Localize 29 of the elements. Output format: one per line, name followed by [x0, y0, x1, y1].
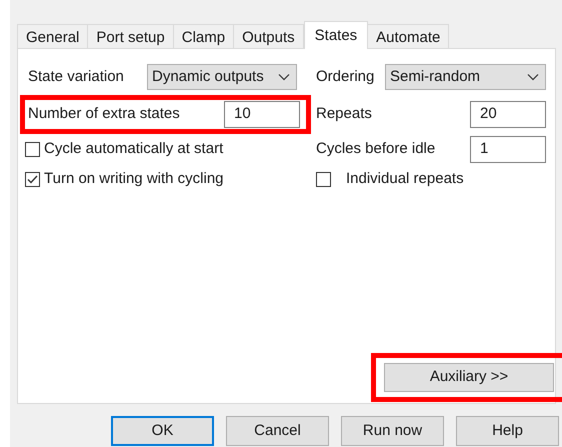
dialog-button[interactable]: Cancel	[226, 416, 329, 446]
chevron-down-icon	[278, 73, 290, 81]
dialog-button[interactable]: Help	[456, 416, 559, 446]
field-label: State variation	[27, 66, 125, 87]
field-label: Ordering	[316, 66, 376, 87]
field-label: Cycles before idle	[316, 138, 436, 159]
checkbox-label: Cycle automatically at start	[44, 138, 224, 159]
input-field[interactable]: 1	[470, 136, 546, 162]
checkbox[interactable]	[25, 142, 40, 156]
chevron-down-icon	[527, 73, 539, 81]
tab[interactable]: States	[304, 21, 368, 49]
checkbox[interactable]	[25, 172, 40, 186]
checkbox-label: Individual repeats	[346, 168, 464, 189]
tab[interactable]: Outputs	[233, 24, 304, 48]
tab[interactable]: Clamp	[172, 24, 234, 48]
dropdown[interactable]: Dynamic outputs	[147, 64, 297, 90]
dialog-button[interactable]: Run now	[341, 416, 444, 446]
field-label: Number of extra states	[27, 104, 181, 124]
dialog-button[interactable]: OK	[111, 416, 214, 446]
input-field[interactable]: 10	[224, 101, 300, 128]
tab[interactable]: Automate	[367, 24, 450, 48]
tab[interactable]: General	[17, 24, 88, 48]
field-label: Repeats	[316, 104, 373, 124]
dropdown[interactable]: Semi-random	[385, 64, 546, 90]
checkbox-label: Turn on writing with cycling	[44, 168, 224, 189]
input-field[interactable]: 20	[470, 101, 546, 128]
auxiliary-button[interactable]: Auxiliary >>	[384, 363, 554, 392]
tab[interactable]: Port setup	[87, 24, 174, 48]
checkbox[interactable]	[316, 172, 331, 186]
